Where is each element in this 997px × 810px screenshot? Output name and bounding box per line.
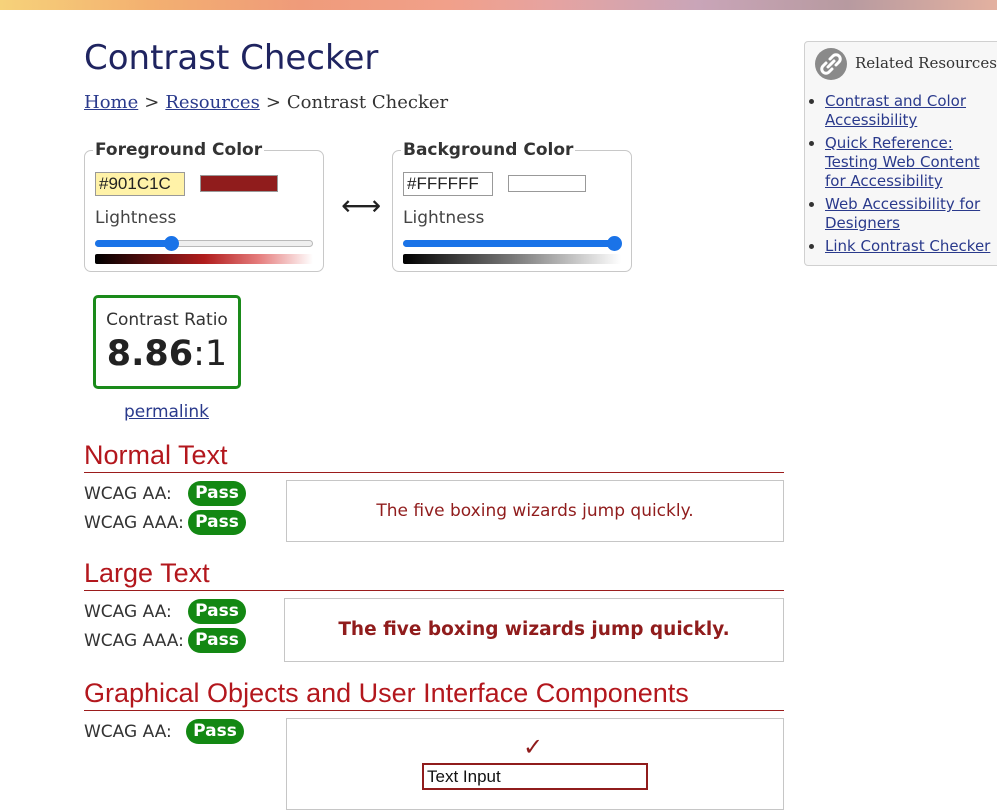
section-divider	[84, 710, 784, 711]
foreground-lightness-label: Lightness	[95, 208, 177, 228]
page-title: Contrast Checker	[84, 38, 379, 78]
background-lightness-label: Lightness	[403, 208, 485, 228]
slider-thumb[interactable]	[607, 236, 622, 251]
checkmark-icon: ✓	[523, 733, 544, 761]
contrast-ratio-label: Contrast Ratio	[106, 310, 228, 330]
background-color-legend: Background Color	[401, 140, 576, 160]
breadcrumb-home-link[interactable]: Home	[84, 92, 138, 113]
large-aa-pass-badge: Pass	[188, 599, 246, 624]
section-divider	[84, 472, 784, 473]
related-resources-sidebar: Related Resources Contrast and Color Acc…	[804, 41, 997, 266]
large-aaa-label: WCAG AAA:	[84, 631, 184, 651]
background-lightness-slider[interactable]	[403, 236, 622, 251]
graphical-objects-heading: Graphical Objects and User Interface Com…	[84, 678, 689, 708]
normal-text-sample: The five boxing wizards jump quickly.	[286, 480, 784, 542]
large-aaa-pass-badge: Pass	[188, 628, 246, 653]
resource-link[interactable]: Link Contrast Checker	[825, 237, 990, 255]
large-aa-label: WCAG AA:	[84, 602, 172, 622]
breadcrumb-resources-link[interactable]: Resources	[165, 92, 259, 113]
breadcrumb-current: Contrast Checker	[286, 92, 449, 113]
large-text-sample: The five boxing wizards jump quickly.	[284, 598, 784, 662]
normal-aa-pass-badge: Pass	[188, 481, 246, 506]
background-color-panel: Background Color #FFFFFF Lightness	[392, 140, 632, 272]
graphical-aa-pass-badge: Pass	[186, 719, 244, 744]
breadcrumb: Home > Resources > Contrast Checker	[84, 92, 448, 113]
background-lightness-gradient	[403, 254, 621, 264]
related-resources-list: Contrast and Color Accessibility Quick R…	[805, 92, 997, 260]
slider-thumb[interactable]	[164, 236, 180, 251]
foreground-hex-input[interactable]: #901C1C	[95, 172, 185, 196]
related-resources-title: Related Resources	[855, 54, 997, 72]
list-item: Link Contrast Checker	[825, 237, 997, 256]
list-item: Web Accessibility for Designers	[825, 195, 997, 233]
foreground-lightness-slider[interactable]	[95, 236, 313, 251]
list-item: Quick Reference: Testing Web Content for…	[825, 134, 997, 191]
normal-aa-label: WCAG AA:	[84, 484, 172, 504]
graphical-aa-label: WCAG AA:	[84, 722, 172, 742]
link-icon	[815, 48, 847, 80]
normal-text-heading: Normal Text	[84, 440, 228, 470]
foreground-color-panel: Foreground Color #901C1C Lightness	[84, 140, 324, 272]
foreground-color-swatch[interactable]	[200, 175, 278, 192]
resource-link[interactable]: Web Accessibility for Designers	[825, 195, 980, 232]
normal-aaa-pass-badge: Pass	[188, 510, 246, 535]
foreground-lightness-gradient	[95, 254, 313, 264]
resource-link[interactable]: Quick Reference: Testing Web Content for…	[825, 134, 980, 190]
resource-link[interactable]: Contrast and Color Accessibility	[825, 92, 966, 129]
breadcrumb-separator: >	[144, 92, 160, 113]
sample-text-input[interactable]: Text Input	[422, 763, 648, 790]
breadcrumb-separator: >	[265, 92, 281, 113]
slider-fill	[403, 240, 614, 247]
background-hex-input[interactable]: #FFFFFF	[403, 172, 493, 196]
graphical-objects-sample: ✓ Text Input	[286, 718, 784, 810]
list-item: Contrast and Color Accessibility	[825, 92, 997, 130]
contrast-ratio-value: 8.86:1	[96, 334, 238, 374]
foreground-color-legend: Foreground Color	[93, 140, 265, 160]
swap-arrows-icon[interactable]: ⟷	[341, 192, 381, 220]
slider-fill	[95, 240, 172, 247]
permalink-link[interactable]: permalink	[124, 402, 209, 422]
top-banner	[0, 0, 997, 10]
normal-aaa-label: WCAG AAA:	[84, 513, 184, 533]
contrast-ratio-box: Contrast Ratio 8.86:1	[93, 295, 241, 389]
contrast-ratio-suffix: :1	[193, 334, 228, 374]
contrast-ratio-number: 8.86	[106, 334, 194, 374]
section-divider	[84, 590, 784, 591]
large-text-heading: Large Text	[84, 558, 210, 588]
background-color-swatch[interactable]	[508, 175, 586, 192]
